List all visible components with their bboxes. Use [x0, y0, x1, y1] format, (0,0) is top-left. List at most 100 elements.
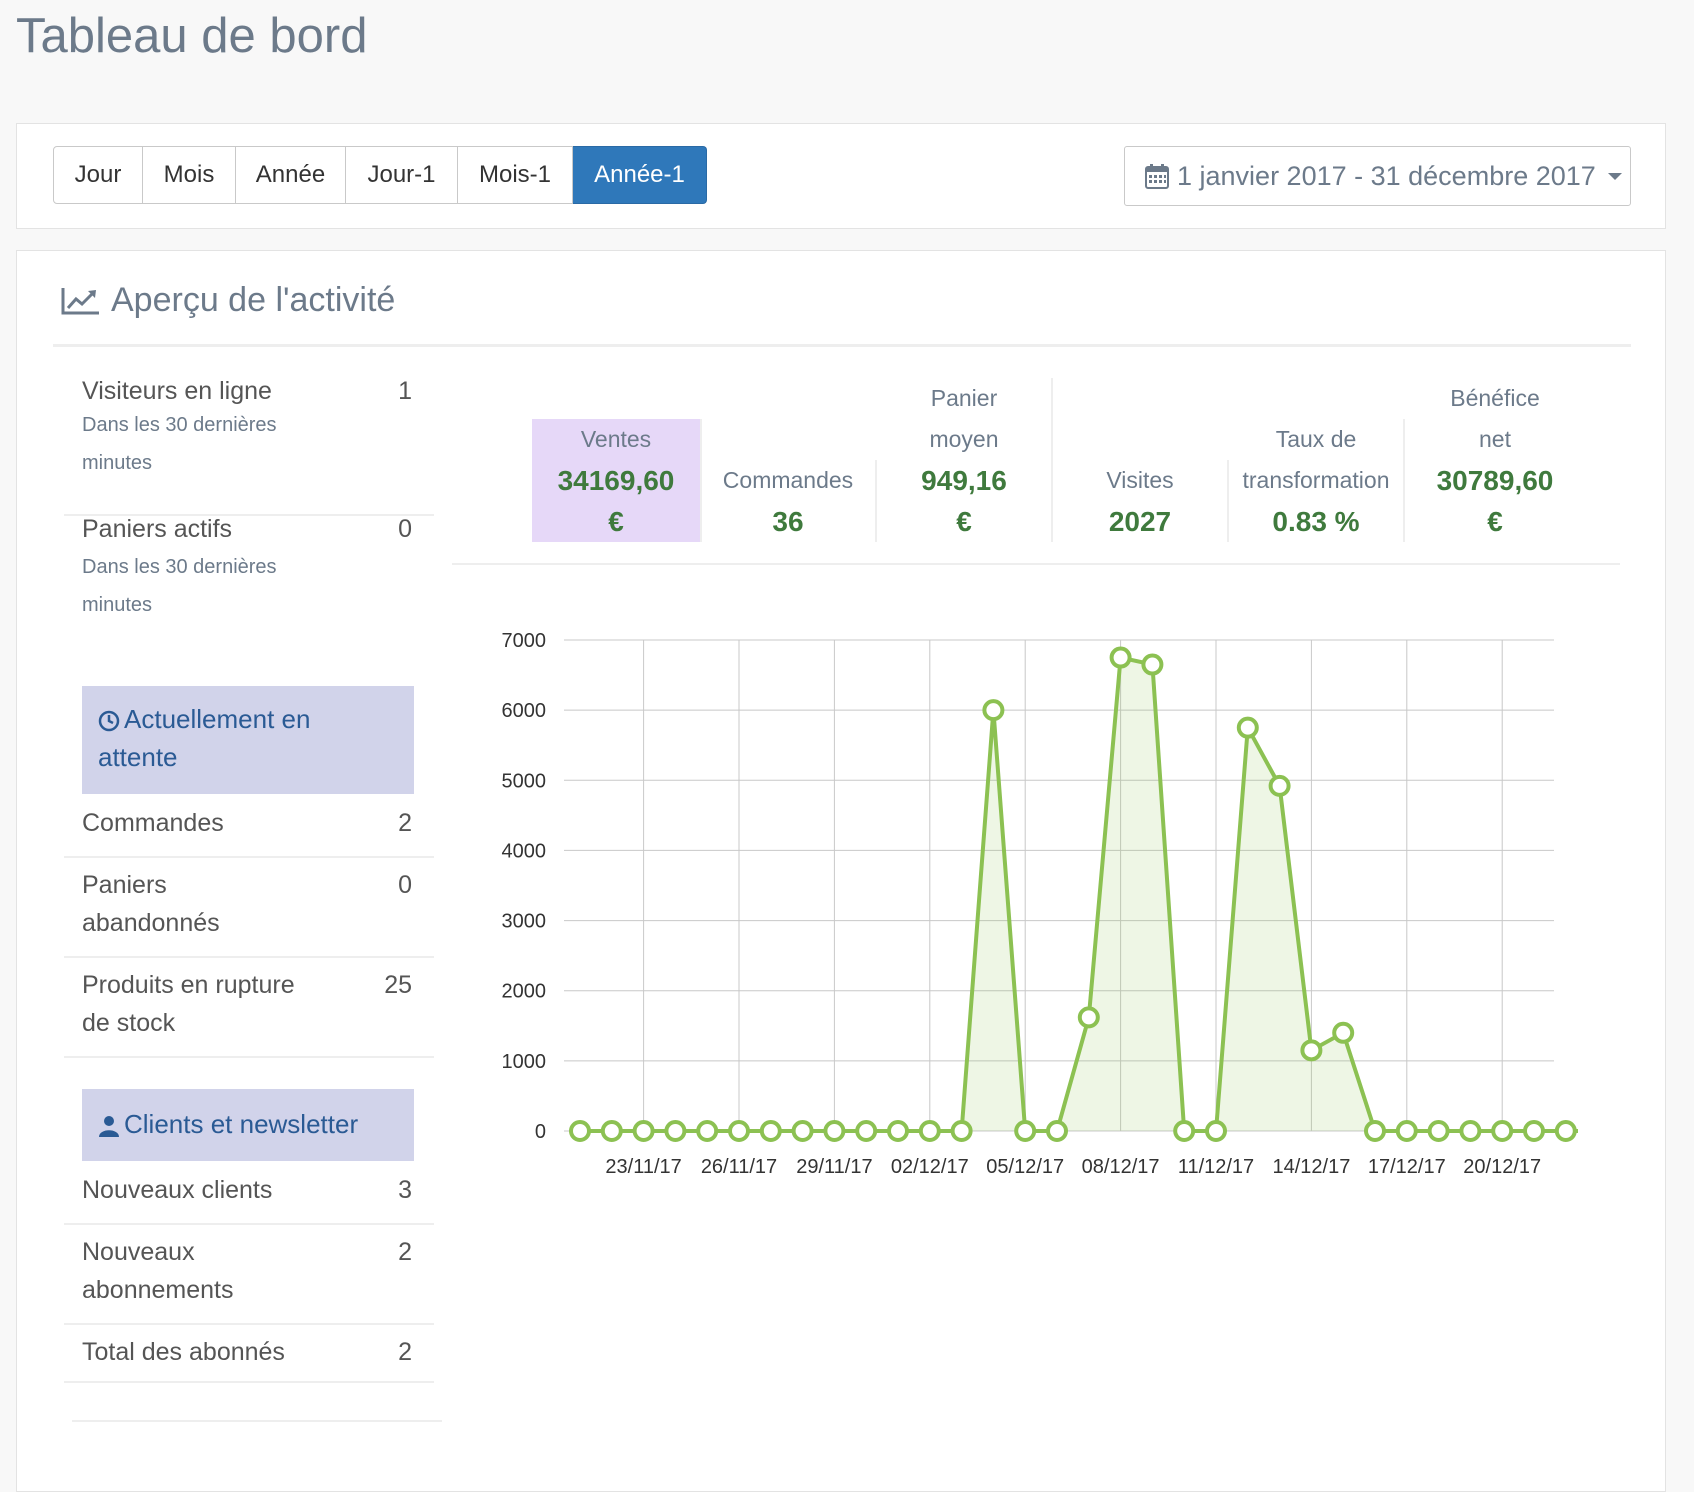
- period-button-group: Jour Mois Année Jour-1 Mois-1 Année-1: [53, 146, 707, 204]
- new-subscriptions-label2: abonnements: [82, 1276, 234, 1304]
- data-point: [1077, 1006, 1100, 1029]
- user-icon: [98, 1115, 120, 1138]
- x-tick-label: 23/11/17: [605, 1156, 681, 1178]
- calendar-icon: [1145, 163, 1169, 189]
- data-point: [1236, 716, 1259, 739]
- x-tick-label: 05/12/17: [986, 1156, 1064, 1178]
- period-button-année-1[interactable]: Année-1: [573, 146, 707, 204]
- period-button-mois[interactable]: Mois: [143, 146, 236, 204]
- x-tick-label: 17/12/17: [1368, 1156, 1446, 1178]
- kpi-net-profit-label2: net: [1479, 426, 1511, 452]
- kpi-net-profit-label1: Bénéfice: [1450, 385, 1540, 411]
- kpi-net-profit-value: 30789,60: [1436, 465, 1554, 496]
- kpi-sales-value: 34169,60: [557, 465, 675, 496]
- period-button-jour-1[interactable]: Jour-1: [346, 146, 458, 204]
- line-chart-icon: [61, 286, 101, 316]
- period-button-jour[interactable]: Jour: [53, 146, 143, 204]
- kpi-net-profit[interactable]: Bénéfice net 30789,60 €: [1405, 378, 1585, 542]
- data-point: [791, 1120, 814, 1142]
- pending-title-line1: Actuellement en: [124, 704, 311, 734]
- data-point: [728, 1120, 750, 1142]
- customers-title: Clients et newsletter: [124, 1109, 359, 1139]
- kpi-orders-label: Commandes: [722, 467, 854, 493]
- data-point: [1364, 1120, 1386, 1142]
- abandoned-carts-row[interactable]: Paniers abandonnés 0: [64, 856, 434, 958]
- new-subscriptions-value: 2: [398, 1238, 412, 1266]
- period-button-année[interactable]: Année: [236, 146, 346, 204]
- kpi-sales[interactable]: Ventes 34169,60 €: [532, 419, 700, 542]
- kpi-average-cart[interactable]: Panier moyen 949,16 €: [877, 378, 1051, 542]
- data-point: [1014, 1120, 1037, 1142]
- out-of-stock-label1: Produits en rupture: [82, 971, 295, 999]
- kpi-sales-currency: €: [608, 506, 624, 537]
- x-tick-label: 20/12/17: [1463, 1156, 1541, 1178]
- y-tick-label: 6000: [502, 700, 547, 722]
- pending-orders-row[interactable]: Commandes 2: [64, 794, 434, 858]
- data-point: [600, 1120, 623, 1142]
- data-point: [918, 1120, 941, 1142]
- pending-orders-label: Commandes: [82, 809, 224, 837]
- out-of-stock-label2: de stock: [82, 1009, 176, 1037]
- divider: [53, 344, 1631, 347]
- y-tick-label: 7000: [502, 630, 547, 652]
- date-range-picker[interactable]: 1 janvier 2017 - 31 décembre 2017: [1124, 146, 1631, 206]
- new-subscriptions-row[interactable]: Nouveaux abonnements 2: [64, 1223, 434, 1325]
- data-point: [1332, 1021, 1355, 1044]
- total-subscribers-label: Total des abonnés: [82, 1338, 285, 1366]
- data-point: [569, 1120, 591, 1142]
- date-range-text: 1 janvier 2017 - 31 décembre 2017: [1177, 160, 1596, 191]
- divider: [72, 1420, 442, 1422]
- kpi-average-cart-currency: €: [956, 506, 972, 537]
- data-point: [1205, 1120, 1227, 1142]
- visitors-online-row[interactable]: Visiteurs en ligne 1 Dans les 30 dernièr…: [64, 372, 434, 516]
- data-point: [982, 699, 1005, 722]
- data-point: [1046, 1120, 1068, 1142]
- kpi-orders[interactable]: Commandes 36: [702, 460, 874, 542]
- pending-orders-value: 2: [398, 809, 412, 837]
- series-area: [580, 657, 1578, 1131]
- new-customers-label: Nouveaux clients: [82, 1176, 273, 1204]
- data-point: [1109, 646, 1132, 669]
- new-customers-row[interactable]: Nouveaux clients 3: [64, 1161, 434, 1225]
- data-point: [1554, 1120, 1577, 1142]
- new-subscriptions-label1: Nouveaux: [82, 1238, 195, 1266]
- data-point: [855, 1120, 878, 1142]
- data-point: [696, 1120, 719, 1142]
- y-tick-label: 4000: [502, 840, 547, 862]
- kpi-visits-value: 2027: [1108, 506, 1172, 537]
- data-point: [759, 1120, 782, 1142]
- period-button-mois-1[interactable]: Mois-1: [458, 146, 573, 204]
- out-of-stock-value: 25: [384, 971, 412, 999]
- x-tick-label: 14/12/17: [1272, 1156, 1350, 1178]
- kpi-orders-value: 36: [772, 506, 804, 537]
- kpi-conversion-label1: Taux de: [1275, 426, 1357, 452]
- activity-sidebar: Visiteurs en ligne 1 Dans les 30 dernièr…: [64, 372, 434, 1325]
- data-point: [823, 1120, 846, 1142]
- data-point: [632, 1120, 655, 1142]
- page-title: Tableau de bord: [16, 9, 368, 63]
- data-point: [1300, 1039, 1323, 1062]
- pending-title-line2: attente: [98, 742, 178, 772]
- visitors-online-value: 1: [398, 377, 412, 405]
- kpi-conversion-label2: transformation: [1242, 467, 1390, 493]
- data-point: [1491, 1120, 1514, 1142]
- x-tick-label: 08/12/17: [1082, 1156, 1160, 1178]
- data-point: [1173, 1120, 1196, 1142]
- kpi-net-profit-currency: €: [1487, 506, 1503, 537]
- visitors-online-sub: Dans les 30 dernières: [82, 414, 277, 436]
- data-point: [1141, 653, 1164, 676]
- out-of-stock-row[interactable]: Produits en rupture de stock 25: [64, 956, 434, 1058]
- data-point: [1427, 1120, 1450, 1142]
- kpi-visits[interactable]: Visites 2027: [1053, 460, 1227, 542]
- total-subscribers-value: 2: [398, 1338, 412, 1366]
- x-tick-label: 26/11/17: [701, 1156, 777, 1178]
- kpi-conversion[interactable]: Taux de transformation 0.83 %: [1229, 419, 1403, 542]
- active-carts-label: Paniers actifs: [82, 515, 233, 543]
- total-subscribers-row[interactable]: Total des abonnés 2: [64, 1323, 434, 1383]
- activity-title: Aperçu de l'activité: [61, 281, 395, 320]
- y-tick-label: 3000: [502, 911, 547, 933]
- chevron-down-icon: [1607, 172, 1622, 180]
- kpi-sales-label: Ventes: [580, 426, 652, 452]
- x-tick-label: 02/12/17: [891, 1156, 969, 1178]
- abandoned-carts-label1: Paniers: [82, 871, 167, 899]
